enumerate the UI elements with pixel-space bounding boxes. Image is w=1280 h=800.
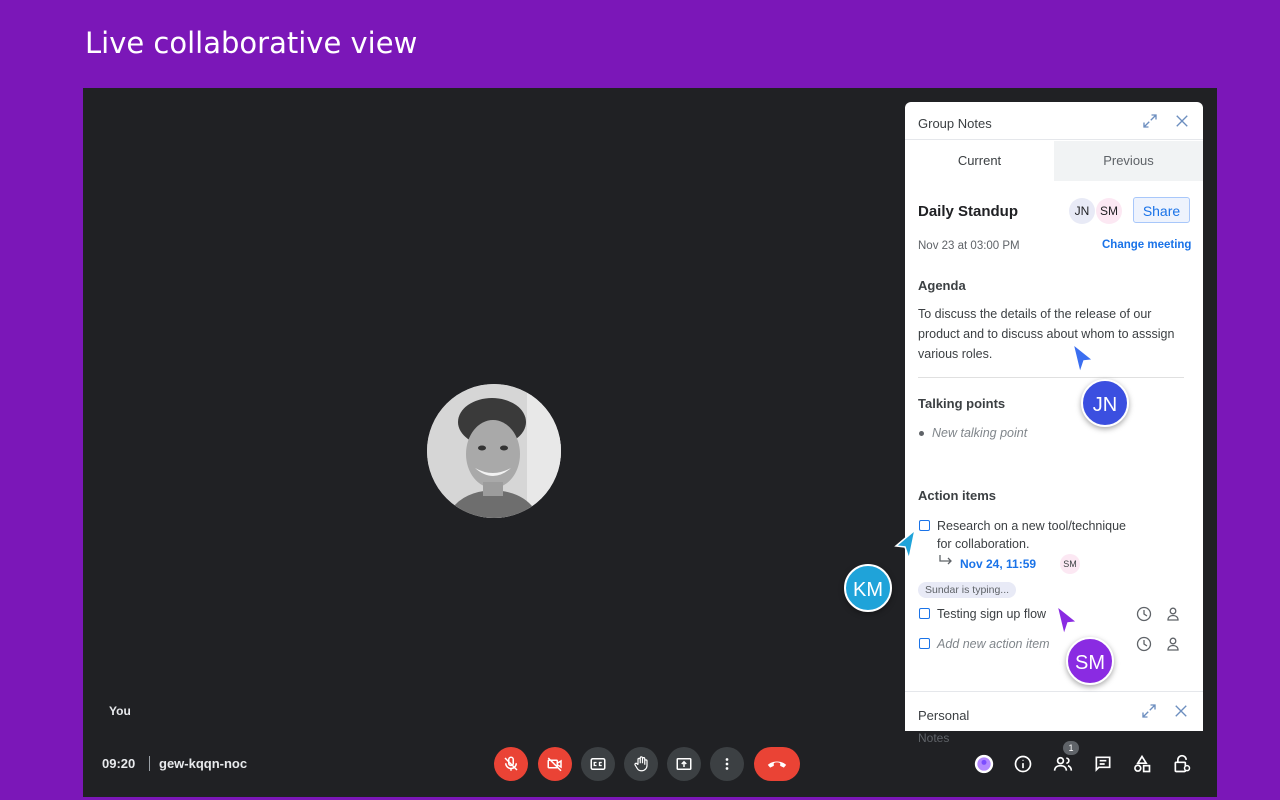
agenda-text[interactable]: To discuss the details of the release of… [918, 304, 1193, 364]
mic-off-icon [504, 756, 518, 771]
avatar-jn: JN [1069, 198, 1095, 224]
more-options-button[interactable] [710, 747, 744, 781]
action-items-heading: Action items [918, 488, 997, 503]
new-action-item-input[interactable]: Add new action item [937, 635, 1050, 653]
bullet-icon [919, 431, 924, 436]
action-item-checkbox[interactable] [919, 608, 930, 619]
close-icon [1175, 705, 1187, 717]
meeting-clock: 09:20 [102, 756, 136, 771]
due-date-button[interactable] [1136, 606, 1152, 622]
action-item-line: for collaboration. [937, 537, 1030, 551]
assign-button[interactable] [1165, 636, 1181, 652]
chat-button[interactable] [1091, 752, 1115, 776]
page-heading: Live collaborative view [85, 26, 418, 60]
collaborator-badge-jn: JN [1081, 379, 1129, 427]
share-button[interactable]: Share [1133, 197, 1190, 223]
personal-notes-label: Notes [918, 731, 950, 745]
personal-title: Personal [918, 708, 970, 723]
expand-icon [1142, 704, 1156, 718]
meeting-title: Daily Standup [918, 203, 1019, 220]
close-button[interactable] [1173, 112, 1191, 130]
present-screen-button[interactable] [667, 747, 701, 781]
people-button[interactable] [1051, 752, 1075, 776]
camera-off-icon [547, 757, 562, 772]
activities-button[interactable] [1130, 752, 1154, 776]
participant-avatar [427, 384, 561, 518]
apps-avatar-icon [974, 754, 994, 774]
hangup-icon [767, 761, 787, 768]
lock-person-icon [1174, 754, 1191, 773]
action-item-checkbox[interactable] [919, 520, 930, 531]
cursor-sm-icon [1055, 604, 1079, 638]
notes-tabs: Current Previous [905, 141, 1203, 181]
clock-icon [1136, 606, 1152, 622]
assign-button[interactable] [1165, 606, 1181, 622]
meeting-code: gew-kqqn-noc [159, 756, 248, 771]
host-controls-button[interactable] [1170, 752, 1194, 776]
divider [149, 756, 150, 771]
collaborator-badge-sm: SM [1066, 637, 1114, 685]
assignee-avatar[interactable]: SM [1060, 554, 1080, 574]
expand-button[interactable] [1140, 702, 1158, 720]
meeting-details-button[interactable] [1011, 752, 1035, 776]
raise-hand-button[interactable] [624, 747, 658, 781]
cursor-jn-icon [1071, 342, 1095, 376]
expand-icon [1143, 114, 1157, 128]
mic-off-button[interactable] [494, 747, 528, 781]
close-button[interactable] [1172, 702, 1190, 720]
participant-count-badge: 1 [1063, 741, 1079, 755]
camera-off-button[interactable] [538, 747, 572, 781]
typing-indicator: Sundar is typing... [918, 582, 1017, 598]
collaborator-badge-km: KM [844, 564, 892, 612]
agenda-heading: Agenda [918, 278, 966, 293]
action-item-text[interactable]: Research on a new tool/technique for col… [937, 517, 1126, 553]
meeting-date: Nov 23 at 03:00 PM [918, 240, 1020, 252]
close-icon [1176, 115, 1188, 127]
panel-header: Group Notes [905, 102, 1203, 140]
shapes-icon [1134, 754, 1151, 773]
avatar-sm: SM [1096, 198, 1122, 224]
tab-current[interactable]: Current [905, 141, 1054, 181]
panel-title: Group Notes [918, 116, 992, 131]
clock-icon [1136, 636, 1152, 652]
captions-button[interactable] [581, 747, 615, 781]
person-photo-icon [427, 384, 561, 518]
tab-previous[interactable]: Previous [1054, 141, 1203, 181]
person-icon [1167, 607, 1179, 621]
leave-call-button[interactable] [754, 747, 800, 781]
cursor-km-icon [894, 528, 917, 562]
subdirectory-arrow-icon [939, 555, 952, 565]
more-vert-icon [725, 758, 729, 770]
action-item-text[interactable]: Testing sign up flow [937, 605, 1046, 623]
personal-notes-header: Personal [905, 691, 1203, 731]
action-item-line: Research on a new tool/technique [937, 519, 1127, 533]
present-icon [676, 758, 692, 770]
due-date-button[interactable] [1136, 636, 1152, 652]
hand-icon [634, 756, 648, 772]
divider [918, 377, 1184, 378]
change-meeting-link[interactable]: Change meeting [1102, 239, 1191, 251]
person-icon [1167, 637, 1179, 651]
talking-points-heading: Talking points [918, 396, 1006, 411]
chat-icon [1095, 756, 1111, 772]
info-icon [1014, 755, 1032, 773]
self-label: You [109, 704, 131, 718]
people-icon [1053, 756, 1073, 771]
apps-button[interactable] [972, 752, 996, 776]
expand-button[interactable] [1141, 112, 1159, 130]
new-talking-point-input[interactable]: New talking point [932, 426, 1027, 440]
action-item-checkbox[interactable] [919, 638, 930, 649]
due-date[interactable]: Nov 24, 11:59 [960, 557, 1036, 571]
captions-icon [590, 758, 606, 770]
